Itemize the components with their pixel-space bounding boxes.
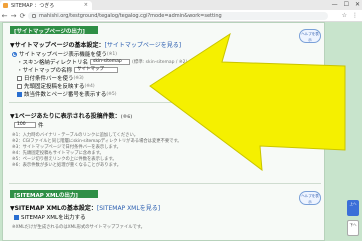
page-scroll-buttons: 上へ 下へ [347,200,359,236]
page-content: [サイトマップページの出力] ヘルプを表示 ▼サイトマップページの基本設定：[サ… [0,22,362,241]
url-input[interactable]: mahishi.org/testground/tegalog/tegalog.c… [28,12,328,20]
minimize-icon[interactable]: — [332,1,338,9]
forward-icon[interactable]: → [9,12,18,20]
scroll-up-button[interactable]: 上へ [347,200,359,216]
maximize-icon[interactable]: ☐ [344,1,349,9]
skin-dir-input[interactable]: skin-sitemap [89,59,130,65]
tab-close-icon[interactable]: × [84,2,88,8]
pinned-post-label: 先頭固定投稿を反映する [24,84,85,90]
divider [9,183,321,184]
favicon-icon [3,3,8,8]
skin-dir-row: ・スキン格納ディレクトリ名 skin-sitemap (標準: skin-sit… [17,59,188,66]
title-bar: SITEMAP ：つぎろ × — ☐ ✕ [0,0,362,10]
help-badge[interactable]: ヘルプを表示 [299,29,321,43]
count-page-row: 該当件数とページ番号を表示する (※5) [17,90,117,98]
view-sitemap-xml-link[interactable]: [SITEMAP XMLを見る] [97,205,160,212]
browser-tab[interactable]: SITEMAP ：つぎろ × [0,1,92,10]
posts-per-page-row: 100 件 [14,121,44,129]
back-icon[interactable]: ← [0,12,9,20]
lock-icon [32,14,36,18]
sitemap-name-label: サイトマップの名称 [22,68,73,74]
date-bar-row: 日付条件バーを使う (※3) [17,74,84,82]
pinned-post-checkbox[interactable] [17,83,22,89]
reload-icon[interactable]: ⟳ [18,12,27,20]
settings-panel: [サイトマップページの出力] ヘルプを表示 ▼サイトマップページの基本設定：[サ… [2,22,325,241]
sitemap-xml-row: SITEMAP XMLを出力する [14,213,86,221]
url-text: mahishi.org/testground/tegalog/tegalog.c… [39,13,222,19]
sitemap-basic-heading: ▼サイトマップページの基本設定：[サイトマップページを見る] [10,42,182,49]
sitemap-section-header: [サイトマップページの出力] [10,26,98,35]
scroll-down-button[interactable]: 下へ [347,220,359,236]
view-sitemap-link[interactable]: [サイトマップページを見る] [105,42,182,49]
sitemap-xml-checkbox[interactable] [14,214,19,220]
help-badge[interactable]: ヘルプを表示 [299,191,321,205]
count-page-checkbox[interactable] [17,91,22,97]
pinned-post-row: 先頭固定投稿を反映する (※4) [17,82,95,90]
count-page-label: 該当件数とページ番号を表示する [24,92,107,98]
date-bar-checkbox[interactable] [17,75,22,81]
address-icons: ☆ ⋮ [342,12,358,19]
divider [9,102,321,103]
star-icon[interactable]: ☆ [342,12,347,19]
address-bar: ← → ⟳ mahishi.org/testground/tegalog/teg… [0,10,362,22]
window-controls: — ☐ ✕ [332,1,360,9]
posts-per-page-input[interactable]: 100 [14,122,36,128]
sitemap-xml-note: ※XMLだけが生成されるのはXML形式のサイトマップファイルです。 [12,225,145,230]
sitemap-xml-section-header: [SITEMAP XMLの出力] [10,190,98,199]
notes-list: ※1：入力時のバイナリ・テーブルのリンクに追加してください。 ※2：CGIファイ… [12,133,182,169]
menu-icon[interactable]: ⋮ [352,12,358,19]
browser-window: SITEMAP ：つぎろ × — ☐ ✕ ← → ⟳ mahishi.org/t… [0,0,362,241]
posts-per-page-unit: 件 [38,123,44,129]
sitemap-enable-row: サイトマップページ表示機能を使う (※1) [12,50,117,58]
sitemap-enable-label: サイトマップページ表示機能を使う [19,52,107,58]
sitemap-xml-label: SITEMAP XMLを出力する [21,215,86,221]
tab-title: SITEMAP ：つぎろ [11,3,55,9]
sitemap-xml-heading: ▼SITEMAP XMLの基本設定：[SITEMAP XMLを見る] [10,205,161,212]
note-item: ※6：表示件数が多いと処理が重くなることがあります。 [12,163,122,168]
sitemap-name-input[interactable]: サイトマップ [74,67,119,73]
date-bar-label: 日付条件バーを使う [24,76,74,82]
close-window-icon[interactable]: ✕ [355,1,360,9]
sitemap-enable-radio[interactable] [12,51,17,57]
posts-per-page-heading: ▼1ページあたりに表示される投稿件数：(※6) [10,113,133,120]
sitemap-name-row: ・サイトマップの名称 サイトマップ [17,66,120,74]
